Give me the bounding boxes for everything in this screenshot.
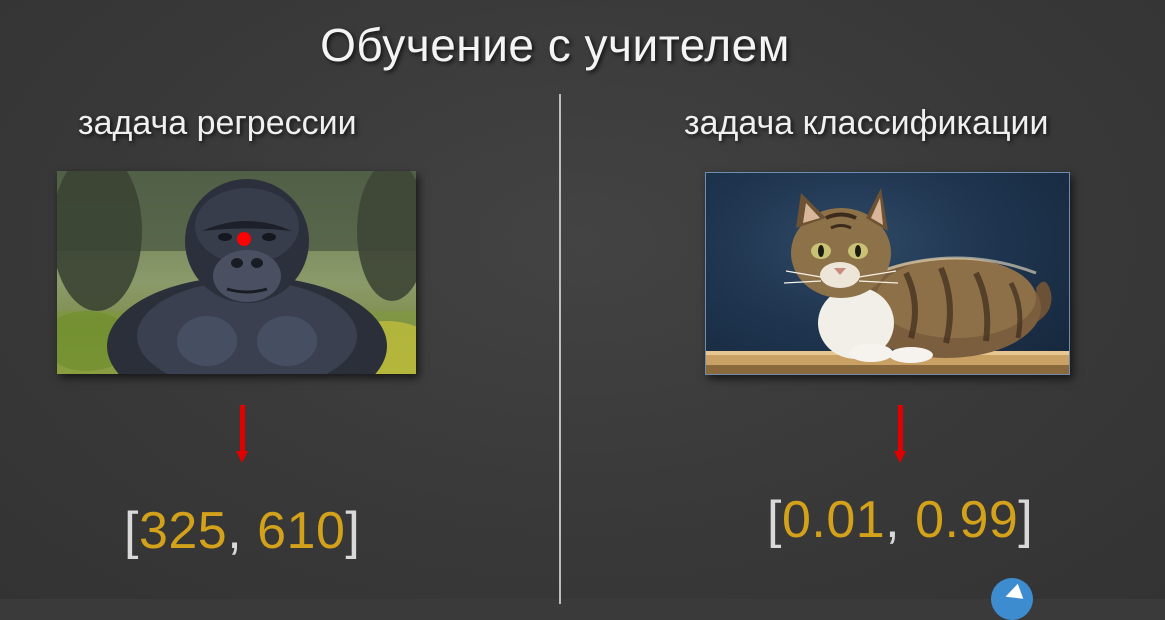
regression-heading: задача регрессии <box>78 104 357 142</box>
gorilla-photo <box>57 171 416 374</box>
separator: , <box>227 502 258 560</box>
open-bracket: [ <box>767 491 782 549</box>
output-prob-class-2: 0.99 <box>915 491 1019 549</box>
output-value-x: 325 <box>138 502 228 560</box>
separator: , <box>885 491 916 549</box>
down-arrow-icon <box>234 405 250 470</box>
down-arrow-icon <box>892 405 908 470</box>
classification-output: [0.01, 0.99] <box>767 490 1033 550</box>
telegram-icon[interactable] <box>991 578 1033 620</box>
paper-plane-glyph <box>1002 583 1024 605</box>
slide: Обучение с учителем задача регрессии [32… <box>0 0 1165 620</box>
open-bracket: [ <box>124 502 139 560</box>
output-prob-class-1: 0.01 <box>781 491 886 549</box>
regression-output: [325, 610] <box>124 501 360 561</box>
section-divider <box>559 94 561 604</box>
close-bracket: ] <box>1018 491 1034 549</box>
close-bracket: ] <box>345 502 361 560</box>
kitten-photo <box>705 172 1070 375</box>
slide-title: Обучение с учителем <box>320 19 790 71</box>
gorilla-illustration <box>57 171 416 374</box>
classification-heading: задача классификации <box>684 104 1049 142</box>
output-value-y: 610 <box>257 502 346 560</box>
keypoint-marker <box>237 232 251 246</box>
kitten-illustration <box>706 188 1069 374</box>
